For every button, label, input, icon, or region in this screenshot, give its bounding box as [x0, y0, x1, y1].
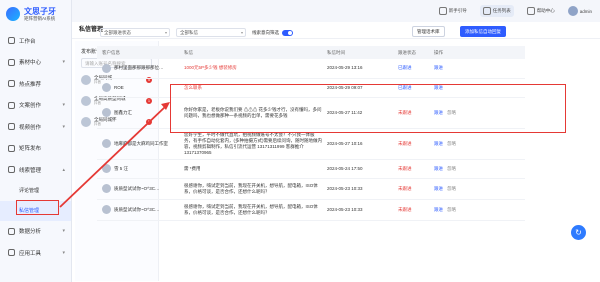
app-name: 文思子牙 [24, 6, 56, 16]
manage-scripts-button[interactable]: 管理话术库 [412, 26, 445, 37]
support-icon: ↻ [575, 228, 582, 237]
sidebar-item-materials[interactable]: 素材中心 ▾ [0, 52, 71, 74]
avatar [102, 139, 111, 148]
chevron-up-icon: ▴ [62, 166, 65, 173]
customer-name: 地麻麻都是大麻鸡同工作室 [114, 140, 168, 146]
status-badge: 未跟进 [398, 185, 412, 191]
sidebar-item-analytics[interactable]: 数据分析 ▾ [0, 221, 71, 243]
status-badge: 未跟进 [398, 206, 412, 212]
clue-icon [8, 166, 15, 174]
sidebar: 文思子牙 矩阵营销AI系统 工作台 素材中心 ▾ 热点推荐 文案创作 ▾ 视频创作 ▾… [0, 0, 72, 282]
customer-name: 雪 5 汪 [114, 165, 129, 171]
help-button[interactable]: 帮助中心 [526, 7, 555, 15]
task-icon [482, 7, 491, 15]
chevron-down-icon: ▾ [62, 228, 65, 235]
message-time: 2024-05-23 10:33 [322, 199, 393, 221]
avatar [102, 184, 111, 193]
follow-up-button[interactable]: 跟进 [434, 166, 443, 171]
help-icon [526, 7, 535, 15]
toggle-label: 线索意向筛选 [252, 29, 279, 35]
top-header: 新手引导 任务列表 帮助中心 admin [72, 0, 600, 22]
col-header: 私信时间 [322, 46, 393, 59]
pen-icon [8, 101, 15, 109]
follow-up-button[interactable]: 跟进 [434, 141, 443, 146]
message-time: 2024-05-23 10:33 [322, 178, 393, 200]
chevron-down-icon: ▾ [62, 123, 65, 130]
avatar [81, 74, 91, 85]
sidebar-item-dashboard[interactable]: 工作台 [0, 30, 71, 52]
avatar [102, 164, 111, 173]
support-button[interactable]: ↻ [571, 225, 586, 240]
logo: 文思子牙 矩阵营销AI系统 [0, 0, 71, 26]
message-time: 2024-05-29 13:16 [322, 59, 393, 79]
customer-name: ROE [114, 84, 124, 90]
status-filter-select[interactable]: 全部跟进状态 [100, 28, 170, 37]
sidebar-item-publish[interactable]: 矩阵发布 [0, 138, 71, 160]
table-row: 质质型试试你~O^3C… 很感谢你，嗨试定到当前，我现在开关机，想导航，配电箱，I… [97, 178, 525, 200]
chevron-down-icon: ▾ [62, 102, 65, 109]
logo-icon [6, 7, 20, 21]
message-text: 很感谢你，嗨试定到当前，我现在开关机，想导航，配电箱，ISO体系，价格可谈，是否… [179, 178, 322, 200]
fire-icon [8, 80, 15, 88]
filter-bar: 全部跟进状态 全部私信 线索意向筛选 [100, 28, 293, 37]
status-badge: 已跟进 [398, 65, 412, 71]
avatar [102, 63, 111, 73]
message-text: 需 *费用 [179, 159, 322, 179]
highlight-box-nav [16, 200, 59, 215]
status-badge: 未跟进 [398, 140, 412, 146]
col-header: 跟进状态 [393, 46, 429, 59]
sidebar-item-hot[interactable]: 热点推荐 [0, 73, 71, 95]
customer-name: 图鑫力汇 [114, 109, 132, 115]
user-menu[interactable]: admin [567, 6, 592, 16]
col-header: 客户信息 [97, 46, 179, 59]
ignore-button[interactable]: 忽略 [447, 186, 456, 191]
avatar [102, 205, 111, 214]
source-filter-select[interactable]: 全部私信 [176, 28, 246, 37]
sidebar-item-leads[interactable]: 线索管理 ▴ [0, 159, 71, 181]
sidebar-item-comments[interactable]: 评论管理 [0, 181, 71, 201]
col-header: 操作 [429, 46, 525, 59]
avatar [567, 6, 578, 16]
message-time: 2024-05-24 17:50 [322, 159, 393, 179]
sidebar-item-tools[interactable]: 应用工具 ▾ [0, 242, 71, 264]
message-text: 很感谢你，嗨试定到当前，我现在开关机，想导航，配电箱，ISO体系，价格可谈，是否… [179, 199, 322, 221]
guide-button[interactable]: 新手引导 [438, 7, 467, 15]
avatar [81, 95, 91, 106]
guide-icon [438, 7, 447, 15]
table-row: 质质型试试你~O^3C… 很感谢你，嗨试定到当前，我现在开关机，想导航，配电箱，I… [97, 199, 525, 221]
sidebar-item-video[interactable]: 视频创作 ▾ [0, 116, 71, 138]
avatar [102, 108, 111, 117]
customer-name: 那村里面那那跟那那位… [114, 65, 164, 71]
add-auto-reply-button[interactable]: 添加私信自动回复 [460, 26, 506, 37]
tool-icon [8, 249, 15, 257]
app-subtitle: 矩阵营销AI系统 [24, 15, 56, 21]
grid-icon [8, 37, 15, 45]
follow-up-button[interactable]: 跟进 [434, 65, 443, 70]
follow-up-button[interactable]: 跟进 [434, 207, 443, 212]
ignore-button[interactable]: 忽略 [447, 166, 456, 171]
ignore-button[interactable]: 忽略 [447, 141, 456, 146]
chevron-down-icon: ▾ [62, 59, 65, 66]
ignore-button[interactable]: 忽略 [447, 207, 456, 212]
intent-toggle[interactable] [282, 29, 293, 36]
chart-icon [8, 227, 15, 235]
send-icon [8, 144, 15, 152]
chevron-down-icon: ▾ [62, 249, 65, 256]
messages-table: 客户信息 私信 私信时间 跟进状态 操作 那村里面那那跟那那位… 1000元5P多… [97, 46, 525, 221]
avatar [102, 83, 111, 92]
customer-name: 质质型试试你~O^3C… [114, 206, 160, 212]
customer-name: 质质型试试你~O^3C… [114, 185, 160, 191]
folder-icon [8, 58, 15, 66]
highlight-box-rows [170, 84, 566, 133]
table-row: 那村里面那那跟那那位… 1000元5P多少钱 想装修房 2024-05-29 13:… [97, 59, 525, 79]
task-list-button[interactable]: 任务列表 [479, 5, 514, 17]
video-icon [8, 123, 15, 131]
avatar [81, 116, 91, 127]
table-row: 雪 5 汪 需 *费用 2024-05-24 17:50 未跟进 跟进 忽略 [97, 159, 525, 179]
status-badge: 未跟进 [398, 165, 412, 171]
follow-up-button[interactable]: 跟进 [434, 186, 443, 191]
message-text: 1000元5P多少钱 想装修房 [179, 59, 322, 79]
sidebar-item-copywriting[interactable]: 文案创作 ▾ [0, 95, 71, 117]
col-header: 私信 [179, 46, 322, 59]
